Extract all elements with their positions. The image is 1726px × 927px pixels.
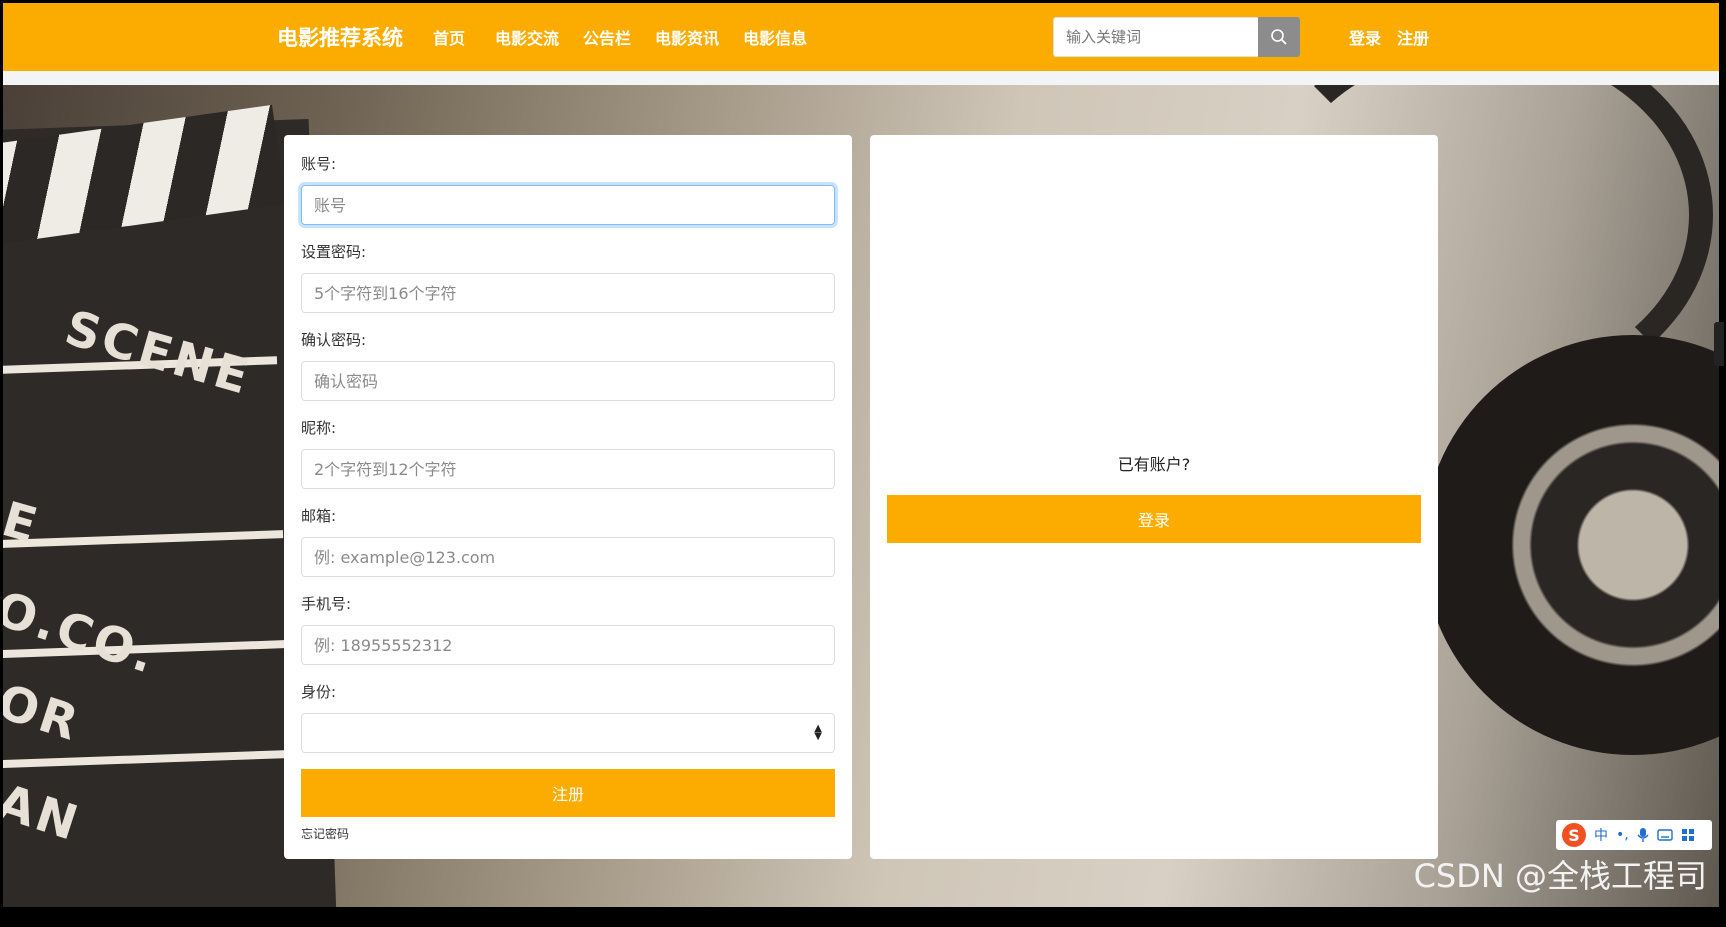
email-input[interactable]: [301, 537, 835, 577]
confirm-password-input[interactable]: [301, 361, 835, 401]
ime-toolbar[interactable]: S 中 •,: [1556, 820, 1712, 850]
password-label: 设置密码:: [301, 243, 367, 261]
account-label: 账号:: [301, 155, 337, 173]
have-account-text: 已有账户?: [1117, 455, 1191, 474]
register-card: 账号: 设置密码: 确认密码: 昵称: 邮箱: 手机号: 身份:: [284, 135, 852, 859]
nav-links: 首页 电影交流 公告栏 电影资讯 电影信息: [433, 3, 831, 71]
grid-menu-icon[interactable]: [1681, 828, 1695, 842]
login-card: 已有账户? 登录: [870, 135, 1438, 859]
confirm-password-group: 确认密码:: [301, 329, 835, 401]
nav-announcements[interactable]: 公告栏: [583, 25, 631, 49]
nav-home[interactable]: 首页: [433, 25, 465, 49]
confirm-password-label: 确认密码:: [301, 331, 367, 349]
forgot-password-link[interactable]: 忘记密码: [301, 825, 349, 842]
email-label: 邮箱:: [301, 507, 337, 525]
identity-select[interactable]: ▲ ▼: [301, 713, 835, 753]
account-group: 账号:: [301, 153, 835, 225]
clapperboard-top: [3, 104, 286, 246]
phone-label: 手机号:: [301, 595, 352, 613]
identity-label: 身份:: [301, 683, 337, 701]
phone-input[interactable]: [301, 625, 835, 665]
top-navbar: 电影推荐系统 首页 电影交流 公告栏 电影资讯 电影信息 登录 注册: [3, 3, 1719, 71]
nav-login-link[interactable]: 登录: [1349, 25, 1381, 49]
microphone-icon[interactable]: [1637, 827, 1649, 843]
identity-group: 身份: ▲ ▼: [301, 681, 835, 753]
nickname-input[interactable]: [301, 449, 835, 489]
password-group: 设置密码:: [301, 241, 835, 313]
auth-links: 登录 注册: [1349, 3, 1429, 71]
search-box: [1053, 17, 1300, 57]
nav-movie-info[interactable]: 电影信息: [743, 25, 807, 49]
login-button[interactable]: 登录: [887, 495, 1421, 543]
nav-movie-news[interactable]: 电影资讯: [655, 25, 719, 49]
punctuation-icon[interactable]: •,: [1616, 827, 1629, 843]
brand-title[interactable]: 电影推荐系统: [277, 3, 403, 71]
keyboard-icon[interactable]: [1657, 829, 1673, 841]
nav-register-link[interactable]: 注册: [1397, 25, 1429, 49]
select-arrows-icon: ▲ ▼: [814, 723, 822, 742]
nickname-label: 昵称:: [301, 419, 337, 437]
ime-mode-label[interactable]: 中: [1594, 825, 1608, 845]
navbar-divider: [3, 71, 1719, 85]
csdn-watermark: CSDN @全栈工程司: [1413, 857, 1707, 895]
search-icon: [1271, 29, 1287, 45]
background-image: SCENE E O.CO. OR AN CSDN @全栈工程司: [3, 85, 1719, 907]
email-group: 邮箱:: [301, 505, 835, 577]
register-submit-button[interactable]: 注册: [301, 769, 835, 817]
nav-movie-forum[interactable]: 电影交流: [495, 25, 559, 49]
nickname-group: 昵称:: [301, 417, 835, 489]
sogou-logo-icon[interactable]: S: [1562, 823, 1586, 847]
phone-group: 手机号:: [301, 593, 835, 665]
side-collapse-tab[interactable]: [1714, 322, 1724, 366]
search-button[interactable]: [1258, 17, 1300, 57]
password-input[interactable]: [301, 273, 835, 313]
account-input[interactable]: [301, 185, 835, 225]
clapper-stripe: [3, 749, 291, 770]
app-window: 电影推荐系统 首页 电影交流 公告栏 电影资讯 电影信息 登录 注册: [0, 0, 1726, 927]
search-input[interactable]: [1053, 17, 1258, 57]
clapper-stripe: [3, 530, 284, 550]
